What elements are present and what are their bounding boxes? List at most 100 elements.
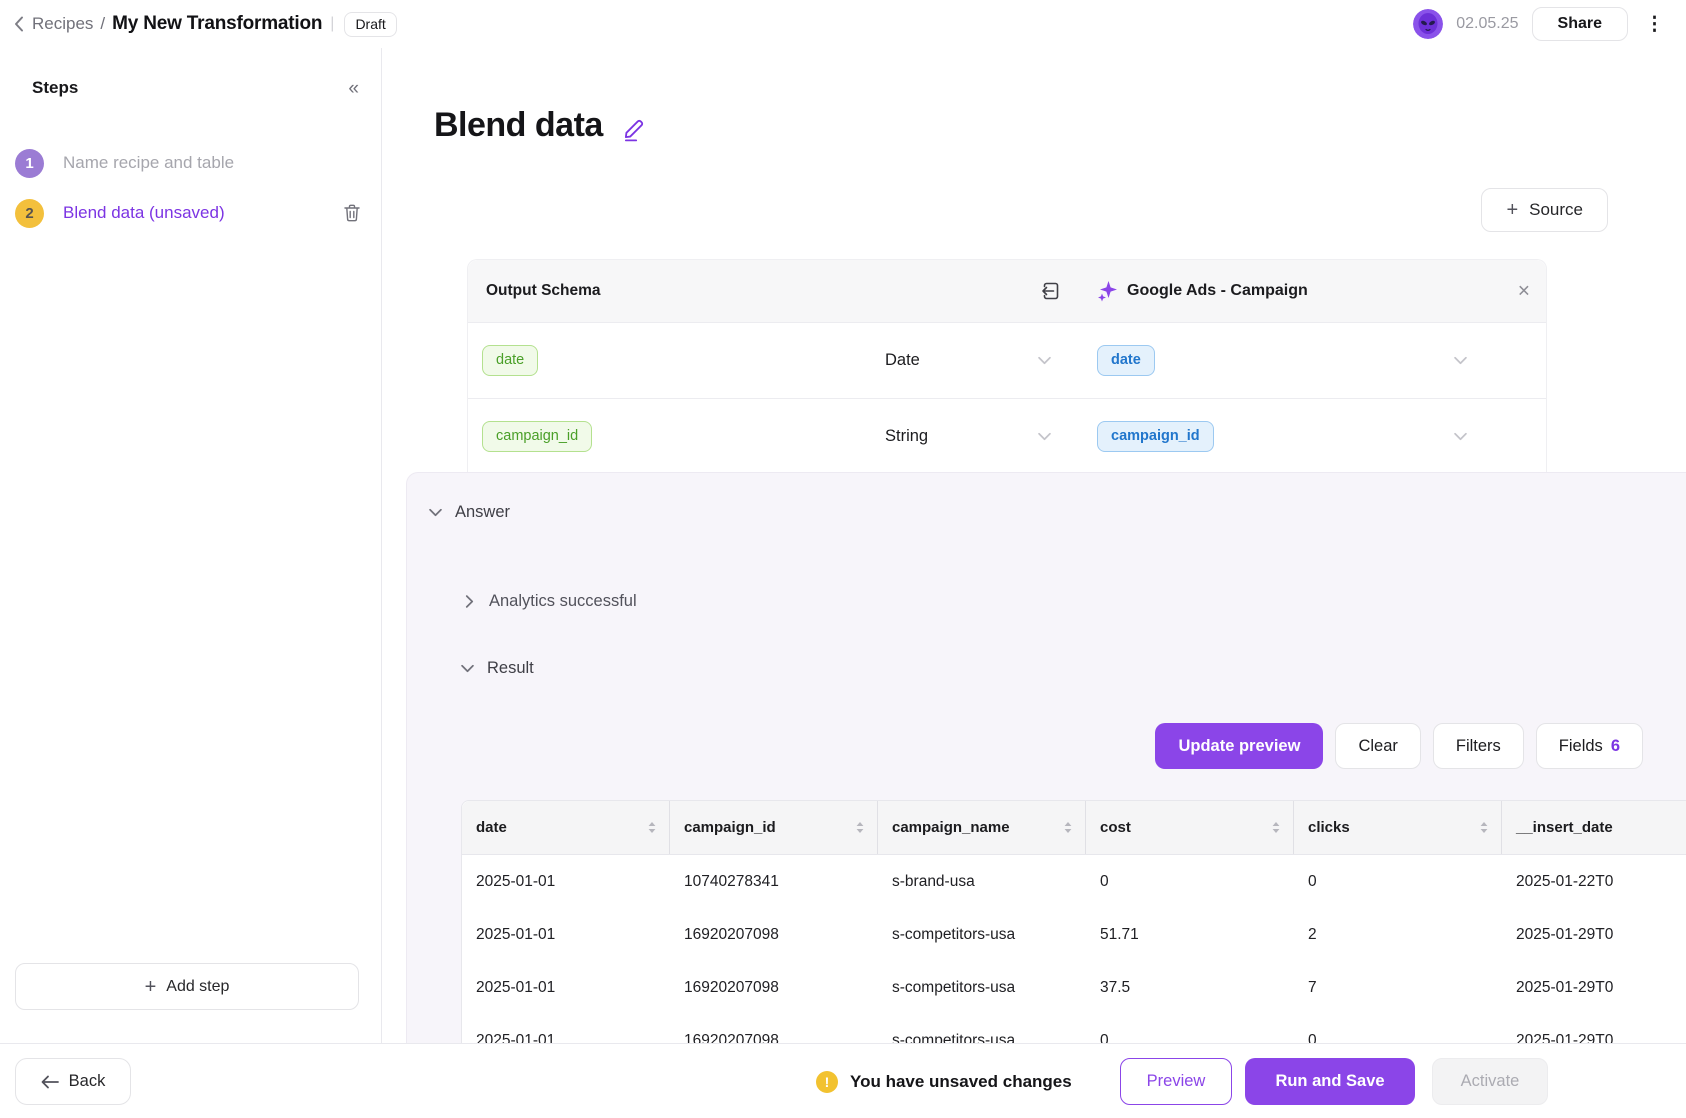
column-label: __insert_date: [1516, 819, 1613, 836]
avatar[interactable]: [1413, 9, 1443, 39]
arrow-left-icon: [41, 1075, 59, 1089]
column-header-cost[interactable]: cost: [1086, 801, 1294, 854]
output-field-cell: date: [468, 345, 885, 376]
analytics-status-label: Analytics successful: [489, 592, 637, 611]
collapse-sidebar-icon[interactable]: «: [348, 79, 359, 98]
sort-icon: [856, 822, 864, 833]
source-field-cell: date: [1065, 345, 1436, 376]
schema-row: campaign_id String campaign_id: [468, 398, 1546, 473]
page-title-row: Blend data: [434, 106, 647, 145]
cell: 7: [1294, 961, 1502, 1014]
remove-source-button[interactable]: ×: [1518, 281, 1530, 302]
column-label: clicks: [1308, 819, 1350, 836]
top-bar-actions: 02.05.25 Share ⋮: [1413, 7, 1668, 41]
preview-table: date campaign_id campaign_name cost: [461, 800, 1686, 1043]
chevron-left-icon[interactable]: [14, 16, 24, 32]
source-field-select[interactable]: [1436, 432, 1546, 441]
cell: 10740278341: [670, 855, 878, 908]
column-header-campaign-name[interactable]: campaign_name: [878, 801, 1086, 854]
share-button[interactable]: Share: [1532, 7, 1628, 41]
output-field-chip: campaign_id: [482, 421, 592, 452]
column-label: campaign_name: [892, 819, 1010, 836]
update-preview-button[interactable]: Update preview: [1155, 723, 1323, 769]
step-2-indicator: 2: [15, 199, 44, 228]
source-field-chip[interactable]: date: [1097, 345, 1155, 376]
type-select[interactable]: Date: [885, 351, 1065, 370]
column-label: date: [476, 819, 507, 836]
unsaved-changes-text: You have unsaved changes: [850, 1072, 1072, 1092]
cell: s-brand-usa: [878, 855, 1086, 908]
main-content: Blend data + Source Output Schema Google…: [383, 48, 1686, 1043]
recipe-title: My New Transformation: [112, 13, 322, 35]
status-badge: Draft: [344, 12, 396, 37]
last-saved-date: 02.05.25: [1456, 15, 1518, 33]
steps-sidebar: Steps « 1 Name recipe and table 2 Blend …: [0, 48, 382, 1043]
page-title: Blend data: [434, 106, 603, 145]
output-field-chip: date: [482, 345, 538, 376]
chevron-down-icon: [429, 508, 442, 517]
preview-button[interactable]: Preview: [1120, 1058, 1232, 1105]
source-field-chip[interactable]: campaign_id: [1097, 421, 1214, 452]
title-divider: |: [330, 15, 334, 33]
sparkle-icon: [1096, 280, 1118, 302]
top-bar: Recipes / My New Transformation | Draft …: [0, 0, 1686, 48]
table-row: 2025-01-01 10740278341 s-brand-usa 0 0 2…: [462, 855, 1686, 908]
back-button[interactable]: Back: [15, 1058, 131, 1105]
sort-icon: [1272, 822, 1280, 833]
column-header-insert-date[interactable]: __insert_date: [1502, 801, 1686, 854]
fields-button[interactable]: Fields 6: [1536, 723, 1643, 769]
sidebar-header: Steps «: [0, 48, 381, 98]
cell: 2025-01-01: [462, 961, 670, 1014]
result-section-toggle[interactable]: Result: [461, 659, 534, 678]
output-schema-label: Output Schema: [486, 282, 601, 300]
kebab-menu-icon[interactable]: ⋮: [1641, 15, 1668, 34]
steps-list: 1 Name recipe and table 2 Blend data (un…: [0, 138, 381, 238]
cell: 16920207098: [670, 961, 878, 1014]
sort-icon: [1480, 822, 1488, 833]
source-name: Google Ads - Campaign: [1127, 282, 1308, 300]
edit-title-button[interactable]: [621, 116, 647, 142]
step-1-indicator: 1: [15, 149, 44, 178]
result-table: date campaign_id campaign_name cost: [461, 800, 1686, 1043]
breadcrumb: Recipes / My New Transformation | Draft: [14, 12, 397, 37]
cell: s-competitors-usa: [878, 961, 1086, 1014]
breadcrumb-separator: /: [100, 14, 105, 34]
column-label: campaign_id: [684, 819, 776, 836]
cell: 51.71: [1086, 908, 1294, 961]
sidebar-item-step-2[interactable]: 2 Blend data (unsaved): [0, 188, 381, 238]
import-fields-button[interactable]: [1040, 280, 1062, 302]
chevron-down-icon: [461, 664, 474, 673]
table-row: 2025-01-01 16920207098 s-competitors-usa…: [462, 961, 1686, 1014]
answer-section-toggle[interactable]: Answer: [429, 503, 510, 522]
column-header-date[interactable]: date: [462, 801, 670, 854]
sort-icon: [648, 822, 656, 833]
cell: 2025-01-22T0: [1502, 855, 1686, 908]
breadcrumb-recipes[interactable]: Recipes: [32, 14, 93, 34]
plus-icon: +: [145, 977, 157, 997]
delete-step-button[interactable]: [343, 204, 361, 223]
add-step-label: Add step: [166, 978, 229, 996]
app-window: Recipes / My New Transformation | Draft …: [0, 0, 1686, 1118]
run-and-save-button[interactable]: Run and Save: [1245, 1058, 1415, 1105]
add-step-button[interactable]: + Add step: [15, 963, 359, 1010]
sidebar-item-step-1[interactable]: 1 Name recipe and table: [0, 138, 381, 188]
source-field-select[interactable]: [1436, 356, 1546, 365]
add-source-button[interactable]: + Source: [1481, 188, 1608, 232]
source-button-label: Source: [1529, 200, 1583, 220]
cell: s-competitors-usa: [878, 1014, 1086, 1043]
type-select[interactable]: String: [885, 427, 1065, 446]
answer-section-label: Answer: [455, 503, 510, 522]
chevron-down-icon: [1454, 356, 1467, 365]
analytics-section-toggle[interactable]: Analytics successful: [463, 592, 637, 611]
filters-button[interactable]: Filters: [1433, 723, 1524, 769]
chevron-right-icon: [465, 595, 474, 608]
cell: 2: [1294, 908, 1502, 961]
cell: s-competitors-usa: [878, 908, 1086, 961]
schema-row: date Date date: [468, 323, 1546, 398]
step-1-label: Name recipe and table: [63, 153, 234, 173]
unsaved-changes-notice: ! You have unsaved changes: [816, 1044, 1072, 1118]
answer-panel: Answer Analytics successful Result Updat…: [406, 472, 1686, 1043]
column-header-clicks[interactable]: clicks: [1294, 801, 1502, 854]
column-header-campaign-id[interactable]: campaign_id: [670, 801, 878, 854]
clear-button[interactable]: Clear: [1335, 723, 1420, 769]
